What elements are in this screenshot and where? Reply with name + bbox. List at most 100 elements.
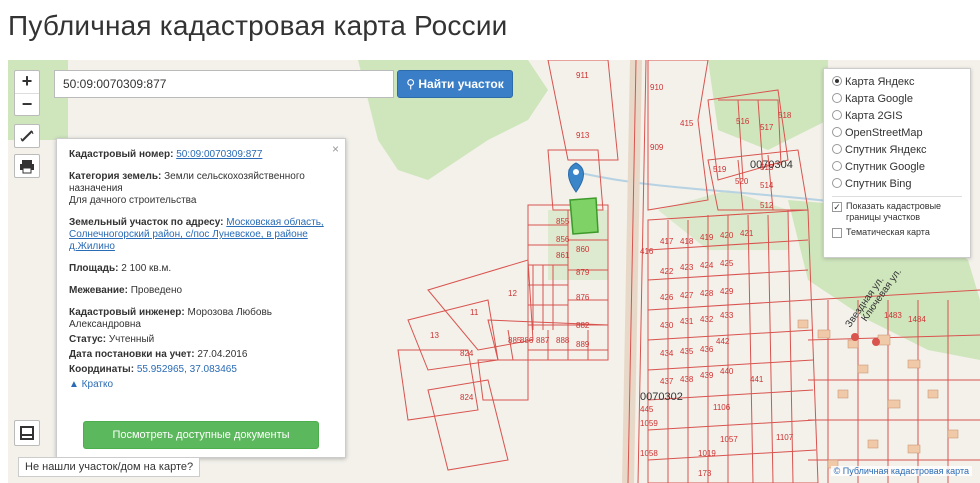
- map-label: 428: [700, 289, 714, 298]
- radio-selected-icon[interactable]: [832, 76, 842, 86]
- print-button[interactable]: [14, 154, 40, 178]
- map-label: 824: [460, 349, 474, 358]
- map-label: 436: [700, 345, 714, 354]
- map-label: 519: [713, 165, 727, 174]
- search-input[interactable]: 50:09:0070309:877: [54, 70, 394, 98]
- layer-option-label: Карта 2GIS: [845, 110, 903, 122]
- page-title: Публичная кадастровая карта России: [8, 10, 508, 41]
- collapse-link[interactable]: ▲ Кратко: [69, 379, 333, 391]
- checkbox-checked-icon[interactable]: ✓: [832, 202, 842, 212]
- legend-button[interactable]: [14, 420, 40, 446]
- radio-icon[interactable]: [832, 110, 842, 120]
- radio-icon[interactable]: [832, 144, 842, 154]
- map-label: 0070304: [750, 159, 793, 171]
- status-value: Учтенный: [108, 334, 155, 345]
- thematic-option[interactable]: Тематическая карта: [832, 227, 962, 238]
- zoom-out-button[interactable]: −: [15, 93, 39, 115]
- map-label: 425: [720, 259, 734, 268]
- area-label: Площадь:: [69, 263, 119, 274]
- cad-number-link[interactable]: 50:09:0070309:877: [176, 149, 262, 160]
- map-label: 422: [660, 267, 674, 276]
- radio-icon[interactable]: [832, 127, 842, 137]
- map-label: 420: [720, 231, 734, 240]
- map-label: 1106: [713, 403, 731, 412]
- map-label: 1059: [640, 419, 658, 428]
- map-label: 415: [680, 119, 694, 128]
- map-label: 1057: [720, 435, 738, 444]
- map-label: 1019: [698, 449, 716, 458]
- selected-parcel: [569, 197, 599, 235]
- area-value: 2 100 кв.м.: [121, 263, 172, 274]
- map-label: 824: [460, 393, 474, 402]
- map-label: 430: [660, 321, 674, 330]
- map-label: 1484: [908, 315, 926, 324]
- map-label: 911: [576, 71, 589, 80]
- map-label: 1058: [640, 449, 658, 458]
- layer-option[interactable]: Карта Google: [832, 91, 962, 108]
- attribution: © Публичная кадастровая карта: [830, 466, 972, 476]
- attribution-link[interactable]: © Публичная кадастровая карта: [834, 466, 969, 476]
- legend-icon: [20, 426, 34, 440]
- map-label: 431: [680, 317, 694, 326]
- map-label: 876: [576, 293, 590, 302]
- layer-option-label: Спутник Яндекс: [845, 144, 927, 156]
- show-borders-option[interactable]: ✓ Показать кадастровые границы участков: [832, 201, 962, 223]
- map-label: 514: [760, 181, 774, 190]
- map-label: 435: [680, 347, 694, 356]
- layer-option-label: Спутник Google: [845, 161, 925, 173]
- search-icon: ⚲: [406, 77, 416, 91]
- map-label: 520: [735, 177, 749, 186]
- map-label: 856: [556, 235, 570, 244]
- layer-option[interactable]: Спутник Яндекс: [832, 142, 962, 159]
- map-label: 861: [556, 251, 570, 260]
- map-label: 12: [508, 289, 517, 298]
- layer-option[interactable]: Спутник Google: [832, 159, 962, 176]
- map-label: 423: [680, 263, 694, 272]
- view-documents-button[interactable]: Посмотреть доступные документы: [83, 421, 319, 449]
- layer-switcher: Карта Яндекс Карта Google Карта 2GIS OpenSt…: [823, 68, 971, 258]
- map-label: 434: [660, 349, 674, 358]
- map-label: 886: [520, 336, 534, 345]
- radio-icon[interactable]: [832, 178, 842, 188]
- coords-value[interactable]: 55.952965, 37.083465: [137, 364, 237, 375]
- measure-button[interactable]: [14, 124, 40, 148]
- map-label: 1107: [776, 433, 794, 442]
- map-label: 0070302: [640, 391, 683, 403]
- close-icon[interactable]: ×: [332, 143, 339, 155]
- survey-label: Межевание:: [69, 285, 128, 296]
- map-label: 855: [556, 217, 570, 226]
- map-label: 882: [576, 321, 590, 330]
- map-label: 417: [660, 237, 674, 246]
- map-label: 1483: [884, 311, 902, 320]
- map-label: 516: [736, 117, 750, 126]
- layer-option[interactable]: OpenStreetMap: [832, 125, 962, 142]
- map-label: 445: [640, 405, 654, 414]
- map-label: 433: [720, 311, 734, 320]
- map-label: 860: [576, 245, 590, 254]
- parcel-info-panel: × Кадастровый номер: 50:09:0070309:877 К…: [56, 138, 346, 458]
- address-label: Земельный участок по адресу:: [69, 217, 224, 228]
- map-label: 888: [556, 336, 570, 345]
- parcels-left: [397, 149, 609, 471]
- coords-label: Координаты:: [69, 364, 135, 375]
- layer-option[interactable]: Карта 2GIS: [832, 108, 962, 125]
- radio-icon[interactable]: [832, 161, 842, 171]
- map-label: 416: [640, 247, 654, 256]
- map-label: 429: [720, 287, 734, 296]
- date-value: 27.04.2016: [197, 349, 248, 360]
- checkbox-icon[interactable]: [832, 228, 842, 238]
- date-label: Дата постановки на учет:: [69, 349, 195, 360]
- map-label: 441: [750, 375, 764, 384]
- map-label: 437: [660, 377, 674, 386]
- map-label: 426: [660, 293, 674, 302]
- radio-icon[interactable]: [832, 93, 842, 103]
- layer-option[interactable]: Карта Яндекс: [832, 74, 962, 91]
- show-borders-label: Показать кадастровые границы участков: [846, 201, 942, 222]
- layer-option[interactable]: Спутник Bing: [832, 176, 962, 193]
- not-found-link[interactable]: Не нашли участок/дом на карте?: [18, 457, 201, 477]
- map-label: 11: [470, 308, 479, 317]
- search-button[interactable]: ⚲ Найти участок: [397, 70, 513, 98]
- zoom-in-button[interactable]: +: [15, 71, 39, 93]
- map-label: 427: [680, 291, 694, 300]
- category-label: Категория земель:: [69, 171, 162, 182]
